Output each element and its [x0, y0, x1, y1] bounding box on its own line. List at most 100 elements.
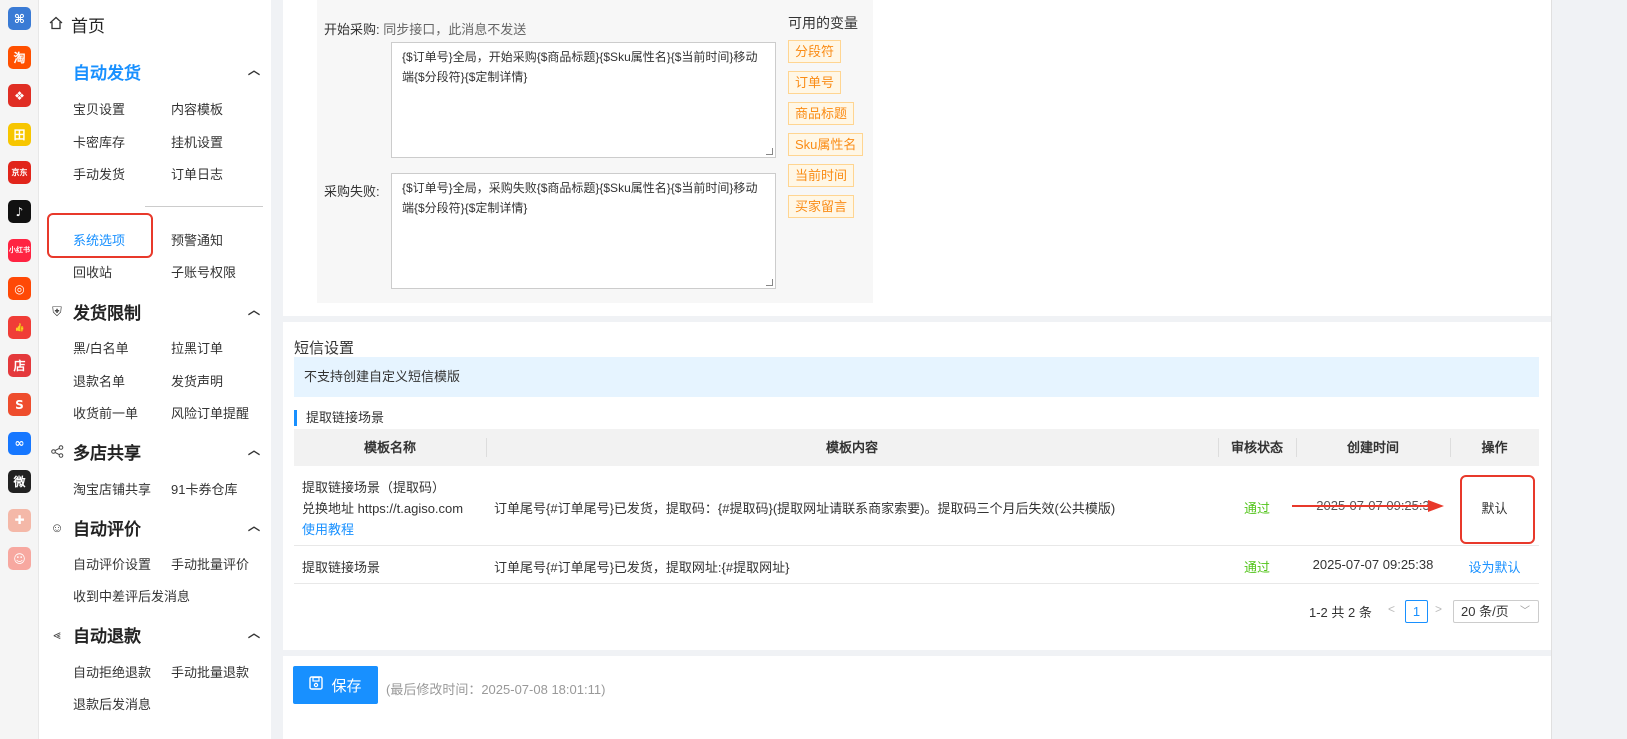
kuaishou-icon[interactable]: ◎	[8, 277, 31, 301]
menu-item-ship-statement[interactable]: 发货声明	[171, 371, 223, 390]
taobao-icon[interactable]: 淘	[8, 45, 31, 69]
menu-group-auto-refund-label: 自动退款	[73, 627, 141, 646]
row1-status: 通过	[1243, 501, 1270, 516]
purchase-fail-label: 采购失败:	[324, 184, 380, 199]
save-button[interactable]: 保存	[293, 666, 378, 704]
row1-redeem-url: 兑换地址 https://t.agiso.com	[302, 501, 464, 516]
var-tag-order-no[interactable]: 订单号	[788, 71, 842, 94]
row1-tutorial-link[interactable]: 使用教程	[302, 519, 354, 538]
variables-title: 可用的变量	[788, 15, 858, 31]
store-yellow-icon[interactable]: 田	[8, 122, 31, 146]
menu-group-auto-review-label: 自动评价	[73, 520, 141, 539]
menu-item-alert-notice[interactable]: 预警通知	[171, 230, 223, 249]
var-tag-current-time[interactable]: 当前时间	[788, 164, 855, 187]
chevron-down-icon: ﹀	[1520, 606, 1530, 617]
pagination-next-icon[interactable]: >	[1435, 602, 1442, 616]
menu-group-ship-limit[interactable]: ⛨ 发货限制 ︿	[49, 299, 261, 324]
row2-content: 订单尾号{#订单尾号}已发货，提取网址:{#提取网址}	[494, 560, 790, 575]
pagination-page-1[interactable]: 1	[1405, 600, 1428, 623]
menu-item-auto-review-settings[interactable]: 自动评价设置	[73, 554, 151, 573]
start-purchase-textarea[interactable]: {$订单号}全局，开始采购{$商品标题}{$Sku属性名}{$当前时间}移动端{…	[391, 42, 776, 158]
review-icon: ☺	[50, 520, 64, 535]
menu-item-taobao-share[interactable]: 淘宝店铺共享	[73, 479, 151, 498]
sidebar-menu: 首页 自动发货 ︿ 宝贝设置 内容模板 卡密库存 挂机设置 手动发货 订单日志 …	[39, 0, 271, 739]
scrollbar-track[interactable]	[1551, 0, 1552, 739]
col-created-time: 创建时间	[1346, 440, 1399, 455]
menu-item-refund-list[interactable]: 退款名单	[73, 371, 125, 390]
last-modified-note: (最后修改时间：2025-07-08 18:01:11)	[386, 682, 606, 697]
menu-item-sub-account-perm[interactable]: 子账号权限	[171, 262, 236, 281]
row1-content: 订单尾号{#订单尾号}已发货，提取码：{#提取码}(提取网址请联系商家索要)。提…	[494, 501, 1116, 516]
menu-group-ship-limit-label: 发货限制	[73, 304, 141, 323]
chevron-up-icon: ︿	[247, 442, 260, 457]
resize-grip-icon[interactable]	[766, 279, 773, 286]
menu-item-card-stock[interactable]: 卡密库存	[73, 132, 125, 151]
var-tag-buyer-message[interactable]: 买家留言	[788, 195, 855, 218]
start-purchase-label: 开始采购: 同步接口，此消息不发送	[324, 19, 526, 38]
menu-item-bad-review-message[interactable]: 收到中差评后发消息	[73, 586, 190, 605]
menu-home[interactable]: 首页	[49, 12, 105, 37]
menu-item-manual-ship[interactable]: 手动发货	[73, 164, 125, 183]
menu-item-91-warehouse[interactable]: 91卡券仓库	[171, 479, 237, 498]
var-tag-separator[interactable]: 分段符	[788, 40, 842, 63]
pagination-prev-icon[interactable]: <	[1388, 602, 1395, 616]
menu-item-content-template[interactable]: 内容模板	[171, 99, 223, 118]
col-template-name: 模板名称	[363, 440, 416, 455]
menu-home-label: 首页	[71, 17, 105, 36]
share-icon	[49, 444, 65, 460]
annotation-highlight-system-options	[47, 213, 153, 258]
menu-group-auto-ship[interactable]: 自动发货 ︿	[73, 59, 261, 84]
home-icon	[49, 15, 63, 35]
row2-set-default-link[interactable]: 设为默认	[1450, 557, 1539, 576]
start-purchase-text: {$订单号}全局，开始采购{$商品标题}{$Sku属性名}{$当前时间}移动端{…	[402, 50, 758, 84]
row1-name: 提取链接场景（提取码）	[302, 480, 446, 495]
col-review-status: 审核状态	[1230, 440, 1283, 455]
menu-group-auto-ship-label: 自动发货	[73, 64, 141, 83]
thumb-icon[interactable]: 👍	[8, 315, 31, 339]
menu-item-recycle-bin[interactable]: 回收站	[73, 262, 112, 281]
menu-item-manual-batch-review[interactable]: 手动批量评价	[171, 554, 249, 573]
face-icon[interactable]: ☺	[8, 547, 31, 571]
save-button-label: 保存	[331, 677, 362, 695]
row-divider	[294, 583, 1539, 584]
menu-item-hosting-settings[interactable]: 挂机设置	[171, 132, 223, 151]
menu-group-auto-review[interactable]: ☺ 自动评价 ︿	[49, 515, 261, 540]
menu-item-block-order[interactable]: 拉黑订单	[171, 338, 223, 357]
pinduoduo-icon[interactable]: ❖	[8, 84, 31, 108]
row2-name: 提取链接场景	[302, 560, 381, 575]
annotation-highlight-default	[1460, 475, 1535, 544]
weidian-icon[interactable]: 微	[8, 470, 31, 494]
annotation-arrow	[1292, 500, 1444, 512]
link-icon[interactable]: ∞	[8, 431, 31, 455]
menu-item-item-settings[interactable]: 宝贝设置	[73, 99, 125, 118]
purchase-fail-textarea[interactable]: {$订单号}全局，采购失败{$商品标题}{$Sku属性名}{$当前时间}移动端{…	[391, 173, 776, 289]
shop-icon[interactable]: 店	[8, 354, 31, 378]
douyin-icon[interactable]: ♪	[8, 200, 31, 223]
menu-item-auto-reject-refund[interactable]: 自动拒绝退款	[73, 662, 151, 681]
menu-item-refund-message[interactable]: 退款后发消息	[73, 694, 151, 713]
chevron-up-icon: ︿	[247, 518, 260, 533]
jd-icon[interactable]: 京东	[8, 161, 31, 185]
var-tag-product-title[interactable]: 商品标题	[788, 102, 855, 125]
col-template-content: 模板内容	[825, 440, 878, 455]
menu-item-black-white-list[interactable]: 黑/白名单	[73, 338, 129, 357]
xiaohongshu-icon[interactable]: 小红书	[8, 238, 31, 262]
sms-section-title: 短信设置	[294, 340, 355, 357]
var-tag-sku[interactable]: Sku属性名	[788, 133, 864, 156]
page-size-select[interactable]: 20 条/页 ﹀	[1453, 600, 1539, 623]
save-icon	[309, 676, 324, 694]
menu-group-multi-shop-label: 多店共享	[73, 444, 141, 463]
menu-item-manual-batch-refund[interactable]: 手动批量退款	[171, 662, 249, 681]
menu-item-order-log[interactable]: 订单日志	[171, 164, 223, 183]
menu-group-multi-shop[interactable]: 多店共享 ︿	[49, 439, 261, 464]
row2-status: 通过	[1243, 560, 1270, 575]
app-grid-icon[interactable]: ⌘	[8, 7, 31, 30]
resize-grip-icon[interactable]	[766, 148, 773, 155]
gift-icon[interactable]: ✚	[8, 508, 31, 532]
row-divider	[294, 545, 1539, 546]
menu-item-risk-order[interactable]: 风险订单提醒	[171, 403, 249, 422]
shopee-icon[interactable]: S	[8, 393, 31, 416]
menu-group-auto-refund[interactable]: ⪡ 自动退款 ︿	[49, 622, 261, 647]
menu-item-prev-order[interactable]: 收货前一单	[73, 403, 138, 422]
table-header: 模板名称 模板内容 审核状态 创建时间 操作	[294, 429, 1539, 466]
